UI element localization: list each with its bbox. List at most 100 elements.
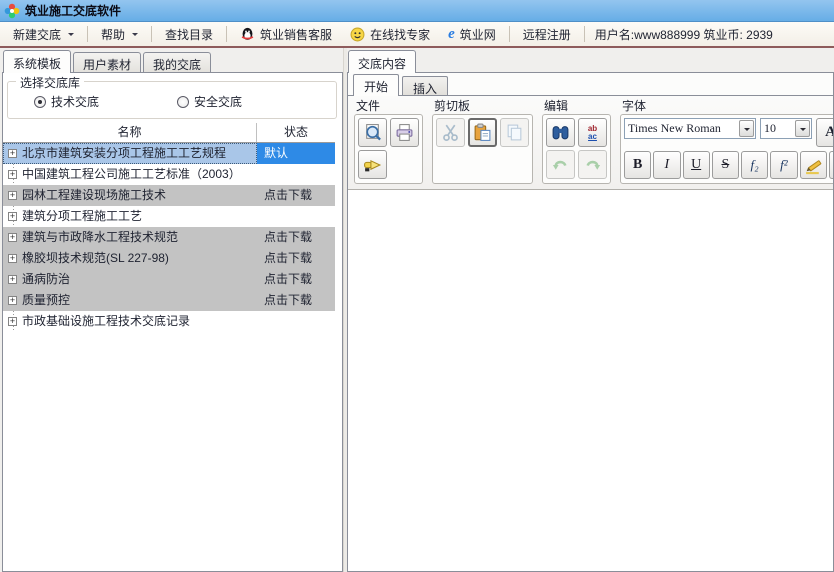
- copy-button[interactable]: [500, 118, 529, 147]
- divider: [151, 26, 152, 42]
- table-row[interactable]: +北京市建筑安装分项工程施工工艺规程默认: [3, 143, 335, 164]
- chevron-down-icon[interactable]: [739, 120, 754, 137]
- download-link[interactable]: 点击下载: [257, 290, 335, 311]
- subscript-icon: f₂: [751, 157, 759, 173]
- select-button[interactable]: [829, 151, 834, 179]
- font-size-value: 10: [761, 121, 795, 136]
- document-editor-area[interactable]: [348, 192, 833, 571]
- menu-online-expert[interactable]: 在线找专家: [343, 23, 437, 46]
- bold-button[interactable]: B: [624, 151, 651, 179]
- underline-button[interactable]: U: [683, 151, 710, 179]
- status-cell: [257, 311, 335, 332]
- menu-zhuye-web[interactable]: e 筑业网: [441, 23, 503, 46]
- exit-button[interactable]: [358, 150, 387, 179]
- chevron-down-icon: [68, 33, 74, 39]
- find-button[interactable]: [546, 118, 575, 147]
- content-panel-body: 开始插入 文件: [347, 72, 834, 572]
- expand-icon[interactable]: +: [8, 212, 17, 221]
- table-row[interactable]: + 橡胶坝技术规范(SL 227-98) 点击下载: [3, 248, 335, 269]
- library-groupbox: 选择交底库 技术交底安全交底: [7, 81, 337, 119]
- table-row[interactable]: + 建筑与市政降水工程技术规范 点击下载: [3, 227, 335, 248]
- italic-button[interactable]: I: [653, 151, 680, 179]
- radio-安全交底[interactable]: 安全交底: [177, 93, 242, 110]
- expand-icon[interactable]: +: [8, 296, 17, 305]
- menu-help[interactable]: 帮助: [94, 23, 145, 46]
- expand-icon[interactable]: +: [8, 233, 17, 242]
- strikethrough-button[interactable]: S: [712, 151, 739, 179]
- expand-icon[interactable]: +: [8, 317, 17, 326]
- group-label-clipboard: 剪切板: [432, 98, 533, 114]
- subscript-button[interactable]: f₂: [741, 151, 768, 179]
- menu-new-disclosure[interactable]: 新建交底: [6, 23, 81, 46]
- highlight-button[interactable]: [800, 151, 827, 179]
- expand-icon[interactable]: +: [8, 254, 17, 263]
- underline-icon: U: [691, 157, 701, 173]
- column-header-name[interactable]: 名称: [3, 123, 257, 142]
- strikethrough-icon: S: [721, 157, 729, 173]
- table-row[interactable]: + 园林工程建设现场施工技术 点击下载: [3, 185, 335, 206]
- group-label-font: 字体: [620, 98, 834, 114]
- print-preview-button[interactable]: [358, 118, 387, 147]
- column-header-status[interactable]: 状态: [257, 123, 335, 142]
- app-logo-icon: [4, 3, 20, 19]
- undo-button[interactable]: [546, 150, 575, 179]
- row-name: 中国建筑工程公司施工工艺标准（2003）: [22, 164, 241, 185]
- table-row[interactable]: +市政基础设施工程技术交底记录: [3, 311, 335, 332]
- tab-用户素材[interactable]: 用户素材: [73, 52, 141, 72]
- table-row[interactable]: +质量预控点击下载: [3, 290, 335, 311]
- tab-disclosure-content[interactable]: 交底内容: [348, 50, 416, 72]
- print-button[interactable]: [390, 118, 419, 147]
- chevron-down-icon: [132, 33, 138, 39]
- row-name: 橡胶坝技术规范(SL 227-98): [22, 248, 169, 269]
- table-row[interactable]: +通病防治点击下载: [3, 269, 335, 290]
- download-link[interactable]: 点击下载: [257, 269, 335, 290]
- font-size-select[interactable]: 10: [760, 118, 812, 139]
- menu-remote-register[interactable]: 远程注册: [516, 23, 578, 46]
- expand-icon[interactable]: +: [8, 275, 17, 284]
- radio-icon: [177, 96, 189, 108]
- radio-技术交底[interactable]: 技术交底: [34, 93, 99, 110]
- chevron-down-icon[interactable]: [795, 120, 810, 137]
- download-link[interactable]: 点击下载: [257, 227, 335, 248]
- group-label-file: 文件: [354, 98, 423, 114]
- divider: [226, 26, 227, 42]
- expand-icon[interactable]: +: [8, 149, 17, 158]
- font-family-value: Times New Roman: [625, 121, 739, 136]
- row-name: 建筑分项工程施工工艺: [22, 206, 142, 227]
- redo-button[interactable]: [578, 150, 607, 179]
- superscript-button[interactable]: f²: [770, 151, 797, 179]
- menu-find-catalog[interactable]: 查找目录: [158, 23, 220, 46]
- print-preview-icon: [363, 123, 382, 142]
- binoculars-icon: [551, 123, 570, 142]
- expand-icon[interactable]: +: [8, 191, 17, 200]
- left-tabs: 系统模板用户素材我的交底: [2, 50, 343, 72]
- tab-系统模板[interactable]: 系统模板: [3, 50, 71, 72]
- status-cell: [257, 206, 335, 227]
- tab-我的交底[interactable]: 我的交底: [143, 52, 211, 72]
- redo-arrow-icon: [583, 155, 602, 174]
- font-family-select[interactable]: Times New Roman: [624, 118, 756, 139]
- table-row[interactable]: + 建筑分项工程施工工艺: [3, 206, 335, 227]
- tab-开始[interactable]: 开始: [353, 74, 399, 95]
- menu-bar: 新建交底 帮助 查找目录 筑业销售客服: [0, 22, 834, 48]
- smiley-icon: [350, 27, 365, 42]
- grow-font-icon: A: [825, 124, 834, 141]
- row-name: 建筑与市政降水工程技术规范: [22, 227, 178, 248]
- grow-font-button[interactable]: A: [816, 118, 834, 147]
- download-link[interactable]: 点击下载: [257, 185, 335, 206]
- download-link[interactable]: 点击下载: [257, 248, 335, 269]
- row-name: 园林工程建设现场施工技术: [22, 185, 166, 206]
- table-row[interactable]: + 中国建筑工程公司施工工艺标准（2003）: [3, 164, 335, 185]
- template-panel-body: 选择交底库 技术交底安全交底 名称 状态 +北京市建筑安装分项工程施工工艺规程默…: [2, 72, 343, 572]
- radio-icon: [34, 96, 46, 108]
- table-body: +北京市建筑安装分项工程施工工艺规程默认+中国建筑工程公司施工工艺标准（2003…: [3, 143, 335, 332]
- replace-button[interactable]: ab ac: [578, 118, 607, 147]
- expand-icon[interactable]: +: [8, 170, 17, 179]
- title-bar: 筑业施工交底软件: [0, 0, 834, 22]
- cut-button[interactable]: [436, 118, 465, 147]
- menu-sales-service[interactable]: 筑业销售客服: [233, 23, 339, 46]
- ribbon: 文件: [348, 96, 833, 190]
- window-title: 筑业施工交底软件: [25, 2, 121, 19]
- paste-button[interactable]: [468, 118, 497, 147]
- tab-插入[interactable]: 插入: [402, 76, 448, 95]
